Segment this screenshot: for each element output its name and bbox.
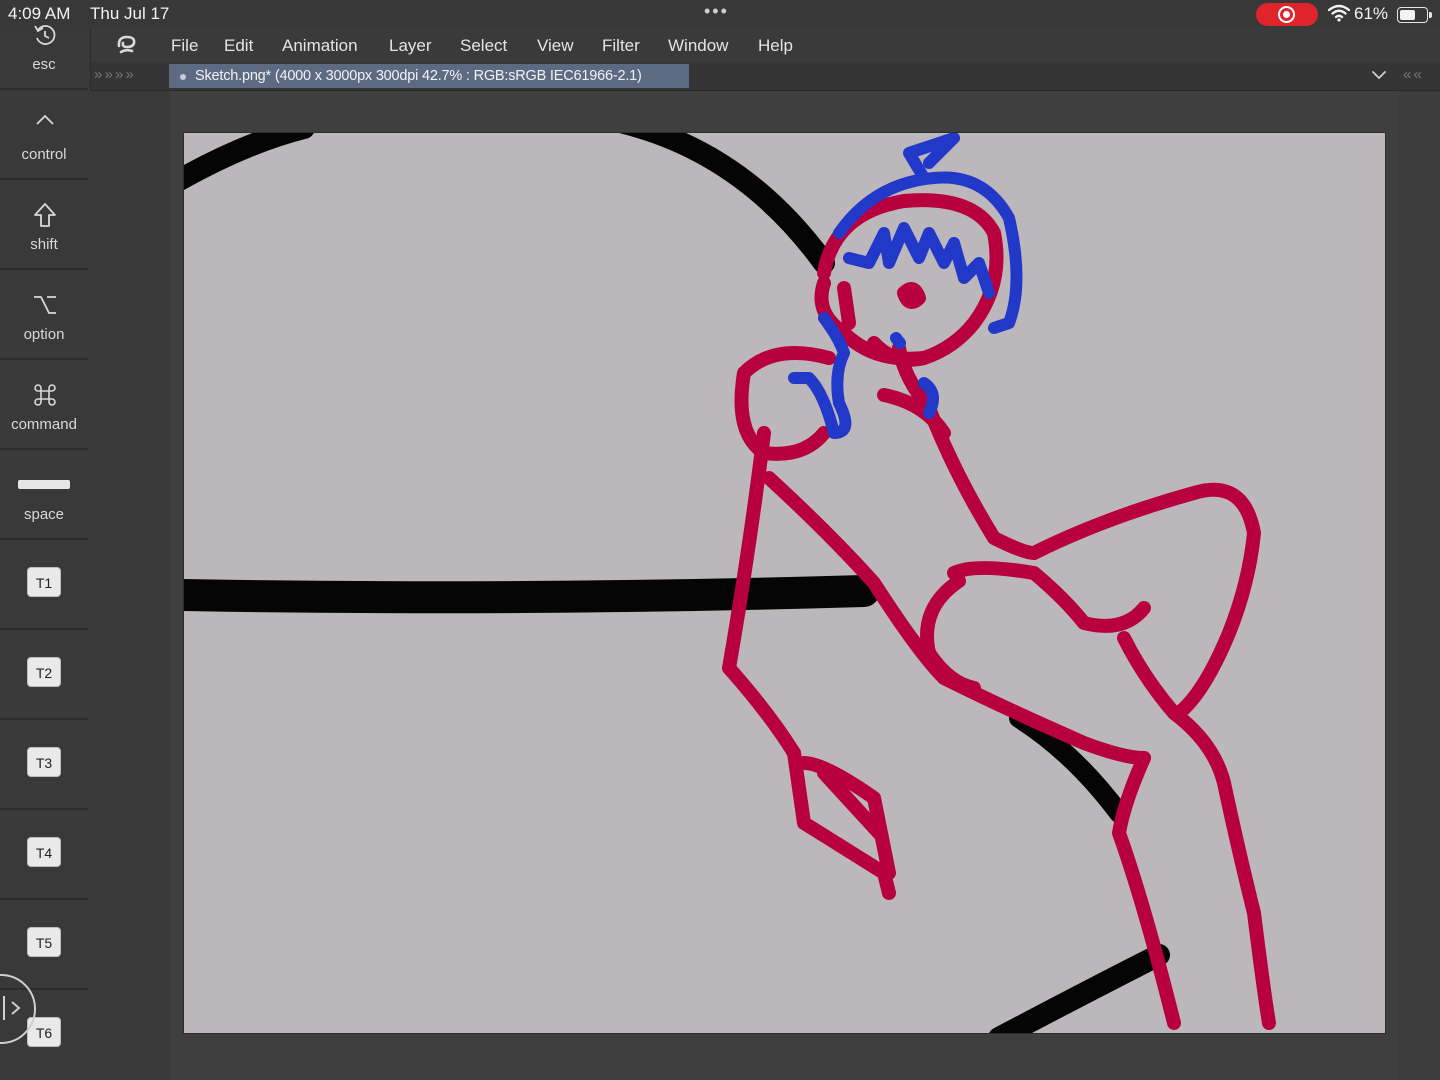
unsaved-dot-icon [180, 74, 186, 80]
menu-filter[interactable]: Filter [602, 36, 640, 56]
menu-layer[interactable]: Layer [389, 36, 432, 56]
document-tab-title: Sketch.png* (4000 x 3000px 300dpi 42.7% … [195, 68, 642, 84]
workspace-left-margin [90, 91, 170, 1080]
menu-select[interactable]: Select [460, 36, 507, 56]
t2-key[interactable]: T2 [27, 657, 61, 687]
option-key[interactable]: option [0, 270, 88, 360]
menu-bar: File Edit Animation Layer Select View Fi… [90, 28, 1440, 62]
option-label: option [23, 326, 65, 343]
command-icon [34, 384, 56, 406]
menu-animation[interactable]: Animation [282, 36, 358, 56]
menu-help[interactable]: Help [758, 36, 793, 56]
t5-key[interactable]: T5 [27, 927, 61, 957]
t3-key-cell: T3 [0, 720, 88, 810]
document-tab-bar: » » » » Sketch.png* (4000 x 3000px 300dp… [90, 62, 1440, 91]
control-key[interactable]: control [0, 90, 88, 180]
caret-up-icon [36, 114, 54, 125]
t4-key-cell: T4 [0, 810, 88, 900]
space-bar-icon [18, 480, 70, 489]
collapse-right-panels-icon[interactable]: « « [1403, 66, 1422, 83]
chevron-down-icon[interactable] [1371, 67, 1387, 83]
battery-fill [1400, 10, 1415, 20]
t4-key[interactable]: T4 [27, 837, 61, 867]
menu-window[interactable]: Window [668, 36, 728, 56]
clip-studio-logo-icon[interactable] [114, 32, 140, 58]
t1-key[interactable]: T1 [27, 567, 61, 597]
t2-key-cell: T2 [0, 630, 88, 720]
workspace-right-margin [1399, 91, 1440, 1080]
expand-left-panels-icon[interactable]: » » » » [94, 66, 134, 83]
undo-icon [34, 25, 56, 45]
screen-recording-indicator[interactable] [1256, 3, 1318, 26]
menu-file[interactable]: File [171, 36, 198, 56]
sketch-artwork [184, 133, 1276, 1033]
menu-view[interactable]: View [537, 36, 574, 56]
esc-label: esc [32, 56, 56, 73]
shift-arrow-icon [34, 203, 56, 227]
status-bar: 4:09 AM Thu Jul 17 ••• 61% [0, 0, 1440, 28]
battery-percent: 61% [1354, 4, 1389, 23]
shift-key[interactable]: shift [0, 180, 88, 270]
drawing-canvas[interactable] [184, 133, 1385, 1033]
menu-edit[interactable]: Edit [224, 36, 253, 56]
t3-key[interactable]: T3 [27, 747, 61, 777]
space-label: space [23, 506, 65, 523]
status-date: Thu Jul 17 [90, 4, 170, 23]
command-label: command [11, 416, 77, 433]
option-icon [34, 296, 56, 314]
chevron-right-icon [3, 996, 21, 1020]
wifi-icon [1328, 4, 1350, 22]
t1-key-cell: T1 [0, 540, 88, 630]
control-label: control [21, 146, 67, 163]
document-tab[interactable]: Sketch.png* (4000 x 3000px 300dpi 42.7% … [169, 64, 689, 88]
modifier-key-panel: esc control shift option command space T… [0, 25, 91, 1080]
command-key[interactable]: command [0, 360, 88, 450]
esc-key[interactable]: esc [0, 0, 88, 90]
space-key[interactable]: space [0, 450, 88, 540]
multitasking-dots[interactable]: ••• [704, 1, 729, 22]
shift-label: shift [30, 236, 58, 253]
battery-icon [1397, 7, 1432, 23]
